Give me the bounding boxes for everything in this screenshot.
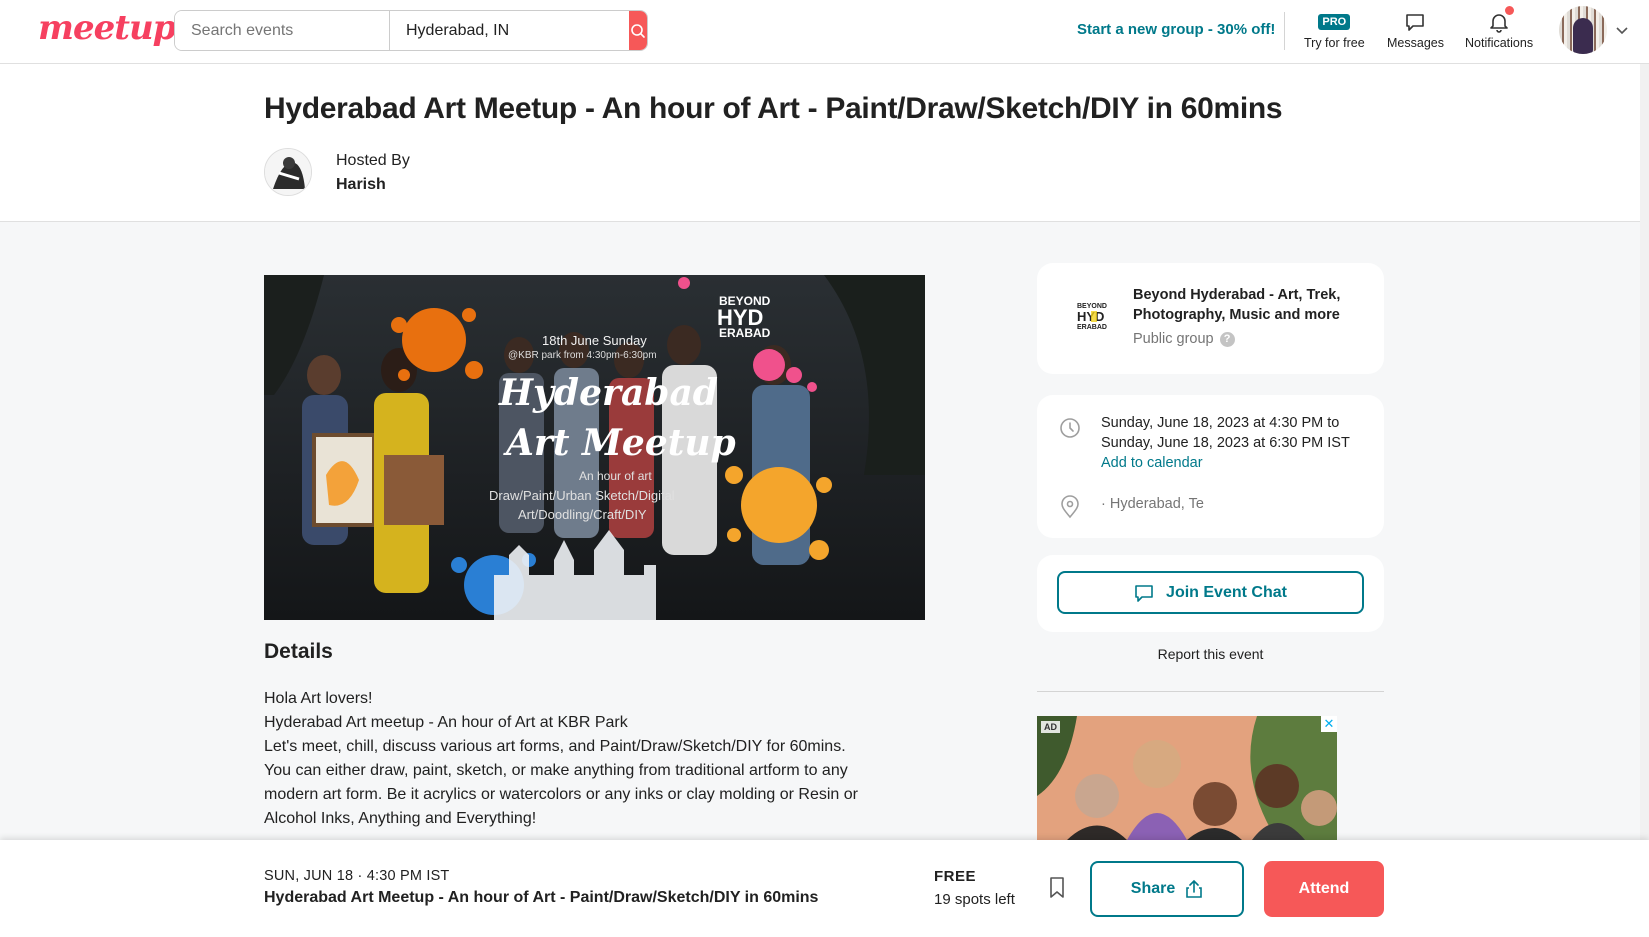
join-event-chat-button[interactable]: Join Event Chat xyxy=(1057,571,1364,614)
event-end-time: Sunday, June 18, 2023 at 6:30 PM IST xyxy=(1101,435,1350,451)
hero-headline1: Hyderabad xyxy=(498,372,718,414)
scrollbar[interactable] xyxy=(1640,64,1649,840)
divider xyxy=(1037,691,1384,692)
host-name[interactable]: Harish xyxy=(336,176,386,194)
ad-close-icon[interactable]: ✕ xyxy=(1321,716,1337,732)
ad-image xyxy=(1037,716,1337,840)
group-name[interactable]: Beyond Hyderabad - Art, Trek, Photograph… xyxy=(1133,285,1363,325)
top-nav: meetup Start a new group - 30% off! PRO … xyxy=(0,0,1649,64)
svg-text:HYD: HYD xyxy=(1077,309,1104,324)
svg-text:ERABAD: ERABAD xyxy=(1077,324,1107,331)
share-icon xyxy=(1186,879,1203,898)
nav-notifications-label: Notifications xyxy=(1465,36,1534,50)
host-avatar-image xyxy=(265,149,311,195)
event-price: FREE xyxy=(934,868,977,885)
hero-sub3: Art/Doodling/Craft/DIY xyxy=(518,507,647,522)
attend-button[interactable]: Attend xyxy=(1264,861,1384,917)
ad-label: AD xyxy=(1041,721,1060,733)
group-card[interactable]: BEYOND HYD ERABAD Beyond Hyderabad - Art… xyxy=(1037,263,1384,374)
search-input[interactable] xyxy=(175,11,390,50)
clock-icon xyxy=(1060,418,1080,438)
details-line: You can either draw, paint, sketch, or m… xyxy=(264,762,848,779)
details-line: modern art form. Be it acrylics or water… xyxy=(264,786,858,803)
footer-event-date: SUN, JUN 18 · 4:30 PM IST xyxy=(264,868,450,884)
hero-sub2: Draw/Paint/Urban Sketch/Digital xyxy=(489,488,675,503)
advertisement[interactable]: AD ✕ xyxy=(1037,716,1337,840)
chat-icon xyxy=(1135,584,1153,602)
share-button[interactable]: Share xyxy=(1090,861,1244,917)
event-time-location-card: Sunday, June 18, 2023 at 4:30 PM to Sund… xyxy=(1037,395,1384,538)
hosted-by-label: Hosted By xyxy=(336,152,410,169)
chevron-down-icon[interactable] xyxy=(1615,24,1629,38)
search-button[interactable] xyxy=(629,11,647,50)
pro-badge: PRO xyxy=(1318,14,1351,30)
add-to-calendar-link[interactable]: Add to calendar xyxy=(1101,455,1203,471)
hero-headline2: Art Meetup xyxy=(503,422,736,464)
report-event-link[interactable]: Report this event xyxy=(1037,646,1384,662)
location-input[interactable] xyxy=(390,11,629,50)
details-line: Hyderabad Art meetup - An hour of Art at… xyxy=(264,714,628,731)
event-start-time: Sunday, June 18, 2023 at 4:30 PM to xyxy=(1101,415,1340,431)
bookmark-icon[interactable] xyxy=(1048,876,1066,900)
nav-divider xyxy=(1284,12,1285,50)
event-chat-card: Join Event Chat xyxy=(1037,555,1384,632)
event-header: Hyderabad Art Meetup - An hour of Art - … xyxy=(0,64,1649,222)
join-event-chat-label: Join Event Chat xyxy=(1166,583,1287,601)
hero-artwork: BEYOND HYD ERABAD 18th June Sunday @KBR … xyxy=(264,275,925,620)
event-venue: · Hyderabad, Te xyxy=(1101,496,1204,512)
nav-pro[interactable]: PRO Try for free xyxy=(1304,8,1365,50)
details-line: Hola Art lovers! xyxy=(264,690,373,707)
location-pin-icon xyxy=(1061,495,1079,519)
group-type-label: Public group xyxy=(1133,331,1214,347)
group-logo: BEYOND HYD ERABAD xyxy=(1077,303,1107,331)
event-title: Hyderabad Art Meetup - An hour of Art - … xyxy=(264,92,1283,125)
nav-messages[interactable]: Messages xyxy=(1387,8,1444,50)
help-icon[interactable]: ? xyxy=(1219,331,1235,347)
search-bar xyxy=(174,10,648,51)
nav-notifications[interactable]: Notifications xyxy=(1465,6,1534,50)
group-type: Public group ? xyxy=(1133,331,1235,347)
spots-left: 19 spots left xyxy=(934,891,1015,908)
meetup-logo[interactable]: meetup xyxy=(38,8,176,48)
message-icon xyxy=(1406,14,1425,31)
nav-messages-label: Messages xyxy=(1387,36,1444,50)
hero-logo-line3: ERABAD xyxy=(719,326,771,340)
start-group-link[interactable]: Start a new group - 30% off! xyxy=(1077,21,1275,38)
hero-date: 18th June Sunday xyxy=(542,333,647,348)
nav-pro-label: Try for free xyxy=(1304,36,1365,50)
footer-event-title: Hyderabad Art Meetup - An hour of Art - … xyxy=(264,889,819,906)
details-line: Let's meet, chill, discuss various art f… xyxy=(264,738,846,755)
sticky-footer: SUN, JUN 18 · 4:30 PM IST Hyderabad Art … xyxy=(0,840,1649,937)
details-line: Alcohol Inks, Anything and Everything! xyxy=(264,810,537,827)
share-label: Share xyxy=(1130,880,1176,897)
notification-dot xyxy=(1505,6,1515,15)
hero-time: @KBR park from 4:30pm-6:30pm xyxy=(508,350,657,361)
event-hero-image: BEYOND HYD ERABAD 18th June Sunday @KBR … xyxy=(264,275,925,620)
host-avatar[interactable] xyxy=(264,148,312,196)
search-icon xyxy=(631,23,645,38)
details-heading: Details xyxy=(264,640,333,663)
hero-sub1: An hour of art xyxy=(579,469,652,483)
details-body: Hola Art lovers! Hyderabad Art meetup - … xyxy=(264,687,944,831)
user-avatar[interactable] xyxy=(1559,6,1607,54)
